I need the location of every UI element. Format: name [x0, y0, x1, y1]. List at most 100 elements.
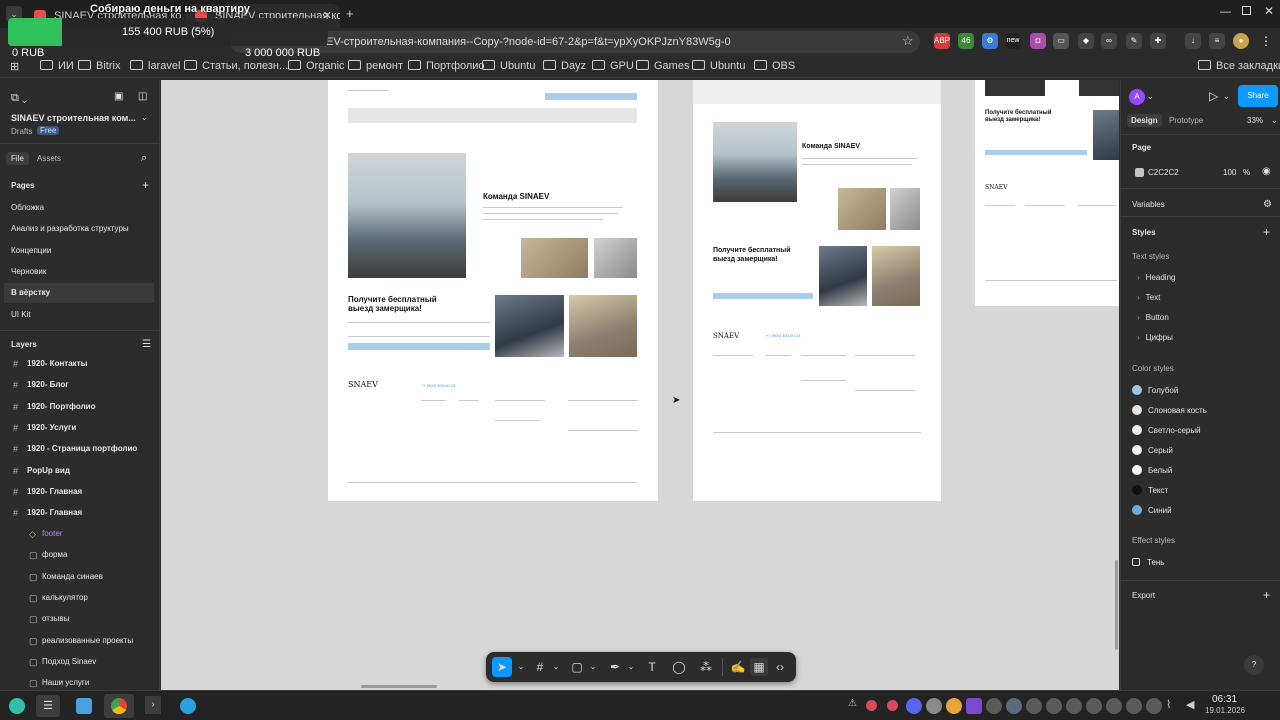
layer-frame[interactable]: #1920- Главная: [0, 482, 159, 502]
tray-app-icon[interactable]: [1046, 698, 1062, 714]
tray-app-icon[interactable]: [1086, 698, 1102, 714]
tab-design[interactable]: Design: [1127, 114, 1162, 127]
shield-extension-icon[interactable]: ◆: [1078, 33, 1094, 49]
draw-mode-icon[interactable]: ✍: [729, 658, 747, 676]
tab-assets[interactable]: Assets: [37, 154, 61, 163]
text-style-item[interactable]: › Heading: [1137, 273, 1175, 282]
page-color-value[interactable]: C2C2C2: [1148, 168, 1179, 177]
dev-mode-icon[interactable]: ‹›: [771, 658, 789, 676]
help-button[interactable]: ?: [1244, 655, 1264, 675]
add-export-icon[interactable]: +: [1263, 588, 1270, 602]
os-menu-icon[interactable]: [9, 698, 25, 714]
tray-app-icon[interactable]: [1106, 698, 1122, 714]
terminal-icon[interactable]: ›: [145, 696, 161, 714]
color-style-item[interactable]: Белый: [1132, 465, 1172, 475]
zoom-level[interactable]: 33%: [1247, 116, 1263, 125]
gear-extension-icon[interactable]: ⚙: [982, 33, 998, 49]
page-item[interactable]: В вёрстку: [4, 283, 154, 304]
url-field[interactable]: EV-строительная-компания--Copy-?node-id=…: [230, 31, 920, 53]
tray-app-icon[interactable]: [986, 698, 1002, 714]
layer-frame[interactable]: #1920 - Страница портфолио: [0, 439, 159, 459]
text-tool-icon[interactable]: T: [643, 658, 661, 676]
layer-child[interactable]: ▢ форма: [0, 545, 159, 565]
bookmark-folder-portfolio[interactable]: Портфолио: [408, 60, 485, 72]
all-bookmarks-folder[interactable]: Все закладки: [1198, 60, 1280, 72]
layer-frame[interactable]: #1920- Контакты: [0, 354, 159, 374]
bookmark-folder-obs[interactable]: OBS: [754, 60, 795, 72]
clock-time[interactable]: 06:31: [1212, 694, 1237, 705]
bookmark-folder-gpu[interactable]: GPU: [592, 60, 634, 72]
add-style-icon[interactable]: +: [1263, 225, 1270, 239]
present-chevron-icon[interactable]: ⌄: [1223, 92, 1230, 101]
maximize-window-button[interactable]: [1242, 6, 1251, 15]
present-play-icon[interactable]: ▷: [1209, 89, 1218, 103]
add-page-icon[interactable]: +: [142, 178, 149, 192]
drafts-label[interactable]: Drafts: [11, 127, 32, 136]
move-tool-icon[interactable]: ➤: [492, 657, 512, 677]
tray-app-icon[interactable]: [1126, 698, 1142, 714]
layer-frame[interactable]: #1920- Услуги: [0, 418, 159, 438]
extension-counter-icon[interactable]: 46: [958, 33, 974, 49]
vertical-scrollbar[interactable]: [1115, 560, 1118, 650]
page-item[interactable]: Обложка: [0, 198, 159, 218]
layout-toggle-icon[interactable]: ▣: [114, 91, 123, 102]
project-menu-chevron-icon[interactable]: ⌄: [141, 113, 148, 122]
tray-app-icon[interactable]: [1066, 698, 1082, 714]
layer-child[interactable]: ◇ footer: [0, 524, 159, 544]
color-style-item[interactable]: Голубой: [1132, 385, 1178, 395]
effect-style-shadow[interactable]: Тень: [1132, 558, 1164, 567]
tray-app-icon[interactable]: [1026, 698, 1042, 714]
page-color-swatch[interactable]: [1135, 168, 1144, 177]
screen-extension-icon[interactable]: ▭: [1053, 33, 1069, 49]
bookmark-folder-ubuntu[interactable]: Ubuntu: [482, 60, 535, 72]
avatar-chevron-icon[interactable]: ⌄: [1147, 92, 1154, 101]
layer-child[interactable]: ▢ Команда синаев: [0, 567, 159, 587]
layer-frame[interactable]: # PopUp вид: [0, 461, 159, 481]
clock-date[interactable]: 19.01.2026: [1205, 706, 1245, 715]
shape-tool-chevron-icon[interactable]: ⌄: [584, 658, 602, 676]
file-manager-icon[interactable]: [76, 698, 92, 714]
layer-child[interactable]: ▢ отзывы: [0, 609, 159, 629]
variables-heading[interactable]: Variables: [1132, 200, 1165, 209]
tab-prototype[interactable]: Prototype: [1169, 116, 1203, 125]
tray-app-icon[interactable]: [966, 698, 982, 714]
main-menu-icon[interactable]: ⧉ ⌄: [11, 92, 27, 105]
search-icon[interactable]: ⌕: [141, 152, 147, 165]
frame-main-3[interactable]: Получите бесплатный выезд замерщика! SNA…: [975, 80, 1119, 306]
new-tab-button[interactable]: +: [346, 6, 354, 21]
tray-red-icon[interactable]: [887, 700, 898, 711]
design-canvas[interactable]: Команда SINAEV Получите бесплатный выезд…: [161, 80, 1119, 690]
frame-main-2[interactable]: Команда SINAEV Получите бесплатный выезд…: [693, 80, 941, 501]
chrome-taskbar-button[interactable]: [104, 694, 134, 718]
color-style-item[interactable]: Текст: [1132, 485, 1168, 495]
pen-tool-chevron-icon[interactable]: ⌄: [622, 658, 640, 676]
tray-chrome-icon[interactable]: [946, 698, 962, 714]
minimize-window-button[interactable]: —: [1220, 6, 1231, 18]
project-name[interactable]: SINAEV строительная ком...: [11, 113, 136, 123]
bookmark-star-icon[interactable]: ☆: [902, 33, 914, 49]
color-style-item[interactable]: Серый: [1132, 445, 1173, 455]
tab-file[interactable]: File: [6, 152, 29, 165]
steam-icon[interactable]: [1006, 698, 1022, 714]
bookmark-folder-dayz[interactable]: Dayz: [543, 60, 586, 72]
page-item[interactable]: Анализ и разработка структуры: [0, 219, 159, 239]
bookmark-folder-ubuntu-2[interactable]: Ubuntu: [692, 60, 745, 72]
horizontal-scrollbar[interactable]: [361, 685, 437, 688]
layer-frame[interactable]: #1920- Блог: [0, 375, 159, 395]
zoom-chevron-icon[interactable]: ⌄: [1271, 116, 1278, 125]
actions-tool-icon[interactable]: ⁂: [697, 658, 715, 676]
design-mode-icon[interactable]: ▦: [750, 658, 768, 676]
comment-tool-icon[interactable]: ◯: [670, 658, 688, 676]
frame-main-1[interactable]: Команда SINAEV Получите бесплатный выезд…: [328, 80, 658, 501]
telegram-icon[interactable]: [180, 698, 196, 714]
text-style-item[interactable]: › Цифры: [1137, 333, 1173, 342]
wifi-icon[interactable]: ⌇: [1166, 698, 1182, 714]
discord-icon[interactable]: [906, 698, 922, 714]
tray-red-icon[interactable]: [866, 700, 877, 711]
user-avatar[interactable]: A: [1129, 89, 1145, 105]
move-tool-chevron-icon[interactable]: ⌄: [512, 658, 530, 676]
puzzle-extensions-icon[interactable]: ✚: [1150, 33, 1166, 49]
adblock-extension-icon[interactable]: ABP: [934, 33, 950, 49]
reading-list-icon[interactable]: ≡: [1209, 33, 1225, 49]
page-item[interactable]: Черновик: [0, 262, 159, 282]
